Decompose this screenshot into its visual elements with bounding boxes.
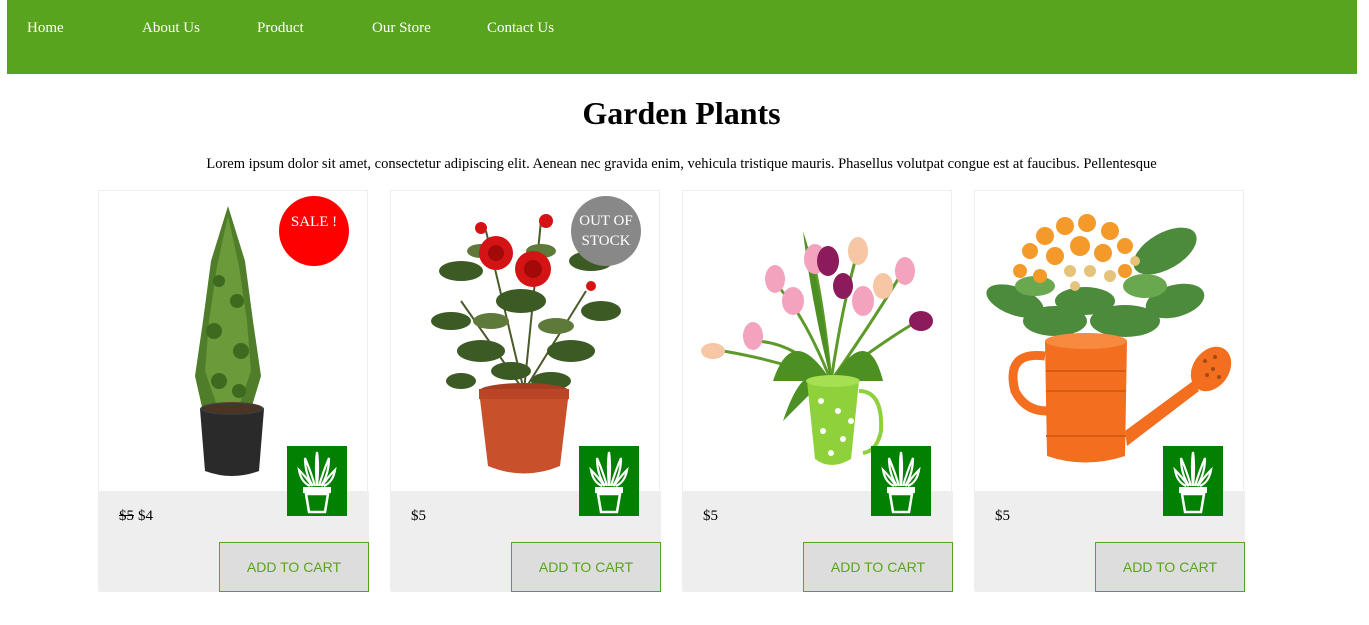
top-navbar: Home About Us Product Our Store Contact … [7, 0, 1357, 74]
add-to-cart-button[interactable]: ADD TO CART [803, 542, 953, 592]
add-to-cart-button[interactable]: ADD TO CART [1095, 542, 1245, 592]
current-price: $5 [411, 508, 426, 524]
potted-plant-icon[interactable] [579, 446, 639, 516]
potted-plant-icon[interactable] [287, 446, 347, 516]
nav-about-link[interactable]: About Us [142, 20, 200, 37]
price: $5 [411, 508, 426, 525]
add-to-cart-button[interactable]: ADD TO CART [511, 542, 661, 592]
page-title: Garden Plants [582, 95, 781, 131]
price: $5 $4 [119, 508, 153, 525]
old-price: $5 [119, 508, 134, 524]
current-price: $5 [703, 508, 718, 524]
nav-contact-link[interactable]: Contact Us [487, 20, 554, 37]
price: $5 [995, 508, 1010, 525]
product-card-2: OUT OF STOCK $5 ADD TO CART [390, 190, 661, 592]
sale-badge: SALE ! [279, 196, 349, 266]
add-to-cart-button[interactable]: ADD TO CART [219, 542, 369, 592]
nav-product-link[interactable]: Product [257, 20, 304, 37]
product-card-1: SALE ! $5 $4 ADD TO CART [98, 190, 369, 592]
intro-text: Lorem ipsum dolor sit amet, consectetur … [206, 156, 1157, 172]
current-price: $5 [995, 508, 1010, 524]
current-price: $4 [138, 508, 153, 524]
nav-home-link[interactable]: Home [27, 20, 64, 37]
product-card-4: $5 ADD TO CART [974, 190, 1245, 592]
potted-plant-icon[interactable] [1163, 446, 1223, 516]
product-card-3: $5 ADD TO CART [682, 190, 953, 592]
potted-plant-icon[interactable] [871, 446, 931, 516]
out-of-stock-badge: OUT OF STOCK [571, 196, 641, 266]
nav-store-link[interactable]: Our Store [372, 20, 431, 37]
price: $5 [703, 508, 718, 525]
